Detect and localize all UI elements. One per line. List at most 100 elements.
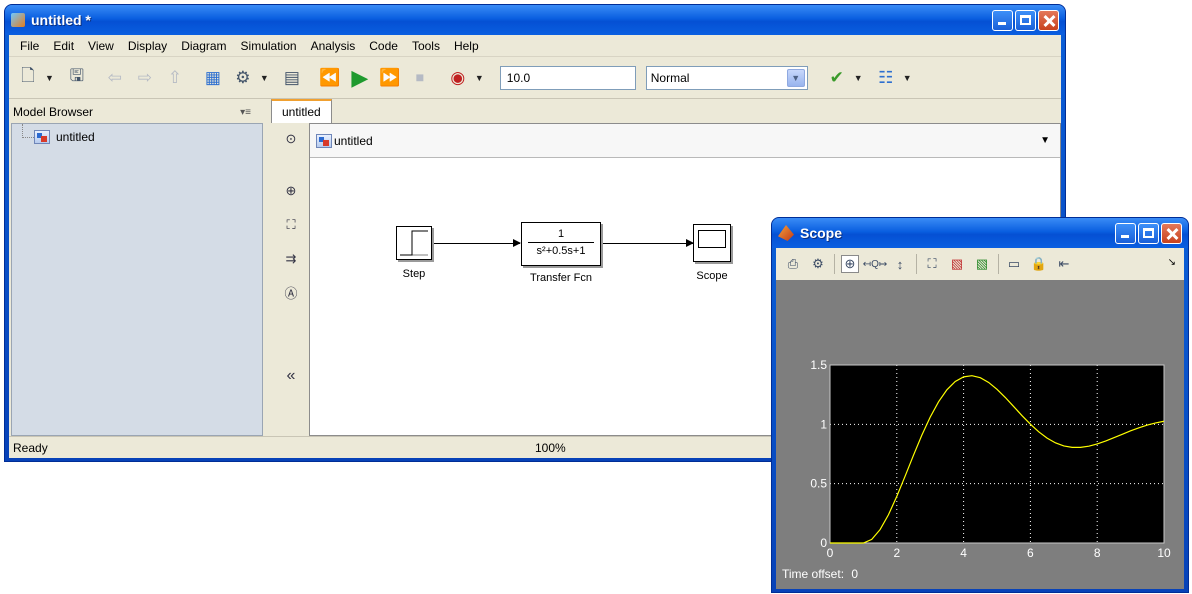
record-dropdown-icon[interactable]: ▼ — [475, 73, 484, 83]
tree-item-untitled[interactable]: untitled — [34, 130, 95, 144]
maximize-button[interactable] — [1015, 9, 1036, 31]
save-icon[interactable]: 🖫 — [64, 65, 90, 91]
scope-block[interactable] — [693, 224, 731, 262]
model-tree: untitled — [11, 123, 263, 436]
new-model-icon[interactable]: 🗋 — [15, 65, 41, 91]
tab-untitled[interactable]: untitled — [271, 99, 332, 123]
library-browser-icon[interactable]: ▦ — [200, 65, 226, 91]
menu-file[interactable]: File — [13, 39, 46, 53]
x-tick-label: 2 — [893, 546, 900, 560]
x-tick-label: 10 — [1157, 546, 1171, 560]
tf-fraction-bar — [528, 242, 594, 243]
y-tick-label: 0 — [820, 536, 827, 550]
diagram-side-toolbar: ⊙ ⊕ ⛶ ⇉ Ⓐ « — [271, 123, 309, 436]
build-icon[interactable]: ☷ — [873, 65, 899, 91]
simulation-mode-select[interactable]: Normal ▼ — [645, 65, 808, 90]
signal-line-2[interactable] — [603, 239, 694, 247]
run-icon[interactable]: ▶ — [347, 65, 373, 91]
stop-time-input[interactable]: 10.0 — [499, 65, 636, 90]
y-tick-label: 1 — [820, 417, 827, 431]
step-back-icon[interactable]: ⏪ — [317, 65, 343, 91]
back-arrow-icon[interactable]: ⇦ — [102, 65, 128, 91]
parameters-icon[interactable]: ⚙ — [809, 255, 827, 273]
model-icon — [34, 130, 50, 144]
dock-arrow-icon[interactable]: ↘ — [1168, 257, 1176, 268]
scope-plot[interactable]: 0 2 4 6 8 10 0 0.5 1 1.5 — [776, 280, 1184, 589]
step-block-label: Step — [402, 268, 426, 280]
menu-simulation[interactable]: Simulation — [234, 39, 304, 53]
model-explorer-icon[interactable]: ▤ — [279, 65, 305, 91]
step-forward-icon[interactable]: ⏩ — [377, 65, 403, 91]
minimize-button[interactable] — [1115, 222, 1136, 244]
model-browser-header: Model Browser ▾≡ — [9, 101, 263, 123]
y-tick-label: 1.5 — [810, 358, 827, 372]
zoom-y-icon[interactable]: ↕ — [891, 255, 909, 273]
collapse-icon[interactable]: « — [281, 367, 301, 387]
menu-tools[interactable]: Tools — [405, 39, 447, 53]
save-axes-settings-icon[interactable]: ▧ — [948, 255, 966, 273]
advisor-dropdown-icon[interactable]: ▼ — [854, 73, 863, 83]
menu-bar: File Edit View Display Diagram Simulatio… — [9, 35, 1061, 57]
transfer-fcn-block[interactable]: 1 s²+0.5s+1 — [521, 222, 601, 266]
scope-client-area: ⎙ ⚙ ⊕ ↤Q↦ ↕ ⛶ ▧ ▧ ▭ 🔒 ⇤ ↘ 0 2 4 6 8 10 0 0.5 1 1.… — [776, 248, 1184, 589]
time-offset: Time offset: 0 — [782, 567, 858, 581]
close-button[interactable] — [1038, 9, 1059, 31]
transfer-fcn-label: Transfer Fcn — [530, 272, 592, 284]
scope-window: Scope ⎙ ⚙ ⊕ ↤Q↦ ↕ ⛶ ▧ ▧ ▭ 🔒 ⇤ ↘ 0 2 4 6 8 10 0… — [771, 217, 1189, 593]
scope-block-icon — [698, 230, 726, 248]
tree-item-label: untitled — [56, 130, 95, 144]
forward-arrow-icon[interactable]: ⇨ — [132, 65, 158, 91]
main-toolbar: 🗋 ▼ 🖫 ⇦ ⇨ ⇧ ▦ ⚙ ▼ ▤ ⏪ ▶ ⏩ ⏹ ◉ ▼ 10.0 Nor… — [9, 57, 1061, 99]
status-text: Ready — [13, 440, 48, 455]
floating-scope-icon[interactable]: ▭ — [1005, 255, 1023, 273]
step-block[interactable] — [396, 226, 432, 260]
build-dropdown-icon[interactable]: ▼ — [903, 73, 912, 83]
scope-titlebar[interactable]: Scope — [772, 218, 1188, 248]
y-tick-label: 0.5 — [810, 477, 827, 491]
close-button[interactable] — [1161, 222, 1182, 244]
up-arrow-icon[interactable]: ⇧ — [162, 65, 188, 91]
chevron-down-icon[interactable]: ▼ — [786, 68, 805, 87]
config-dropdown-icon[interactable]: ▼ — [260, 73, 269, 83]
step-block-icon — [400, 230, 428, 256]
autoscale-icon[interactable]: ⛶ — [923, 255, 941, 273]
main-titlebar[interactable]: untitled * — [5, 5, 1065, 35]
stop-icon[interactable]: ⏹ — [407, 65, 433, 91]
maximize-button[interactable] — [1138, 222, 1159, 244]
address-bar[interactable]: untitled ▼ — [310, 124, 1060, 158]
model-advisor-check-icon[interactable]: ✔ — [824, 65, 850, 91]
menu-help[interactable]: Help — [447, 39, 486, 53]
pane-options-icon[interactable]: ▾≡ — [240, 107, 251, 118]
hide-show-browser-icon[interactable]: ⊙ — [281, 131, 301, 151]
tf-denominator: s²+0.5s+1 — [536, 245, 586, 257]
zoom-icon[interactable]: ⊕ — [281, 183, 301, 203]
chevron-down-icon[interactable]: ▼ — [1040, 135, 1050, 146]
signal-line-1[interactable] — [434, 239, 521, 247]
lock-axes-icon[interactable]: 🔒 — [1030, 255, 1048, 273]
menu-code[interactable]: Code — [362, 39, 405, 53]
route-lines-icon[interactable]: ⇉ — [281, 251, 301, 271]
menu-display[interactable]: Display — [121, 39, 174, 53]
fit-to-view-icon[interactable]: ⛶ — [281, 217, 301, 237]
new-dropdown-icon[interactable]: ▼ — [45, 73, 54, 83]
print-icon[interactable]: ⎙ — [784, 255, 802, 273]
x-tick-label: 8 — [1094, 546, 1101, 560]
menu-edit[interactable]: Edit — [46, 39, 81, 53]
menu-view[interactable]: View — [81, 39, 121, 53]
record-icon[interactable]: ◉ — [445, 65, 471, 91]
menu-diagram[interactable]: Diagram — [174, 39, 233, 53]
tab-strip: untitled — [271, 99, 332, 123]
restore-axes-settings-icon[interactable]: ▧ — [973, 255, 991, 273]
x-tick-label: 4 — [960, 546, 967, 560]
model-config-gear-icon[interactable]: ⚙ — [230, 65, 256, 91]
zoom-in-icon[interactable]: ⊕ — [841, 255, 859, 273]
annotation-icon[interactable]: Ⓐ — [281, 283, 301, 303]
x-tick-label: 0 — [827, 546, 834, 560]
menu-analysis[interactable]: Analysis — [304, 39, 363, 53]
x-tick-label: 6 — [1027, 546, 1034, 560]
minimize-button[interactable] — [992, 9, 1013, 31]
simulink-app-icon — [11, 13, 25, 27]
model-browser-label: Model Browser — [13, 105, 94, 119]
signal-selector-icon[interactable]: ⇤ — [1055, 255, 1073, 273]
zoom-x-icon[interactable]: ↤Q↦ — [863, 255, 888, 273]
